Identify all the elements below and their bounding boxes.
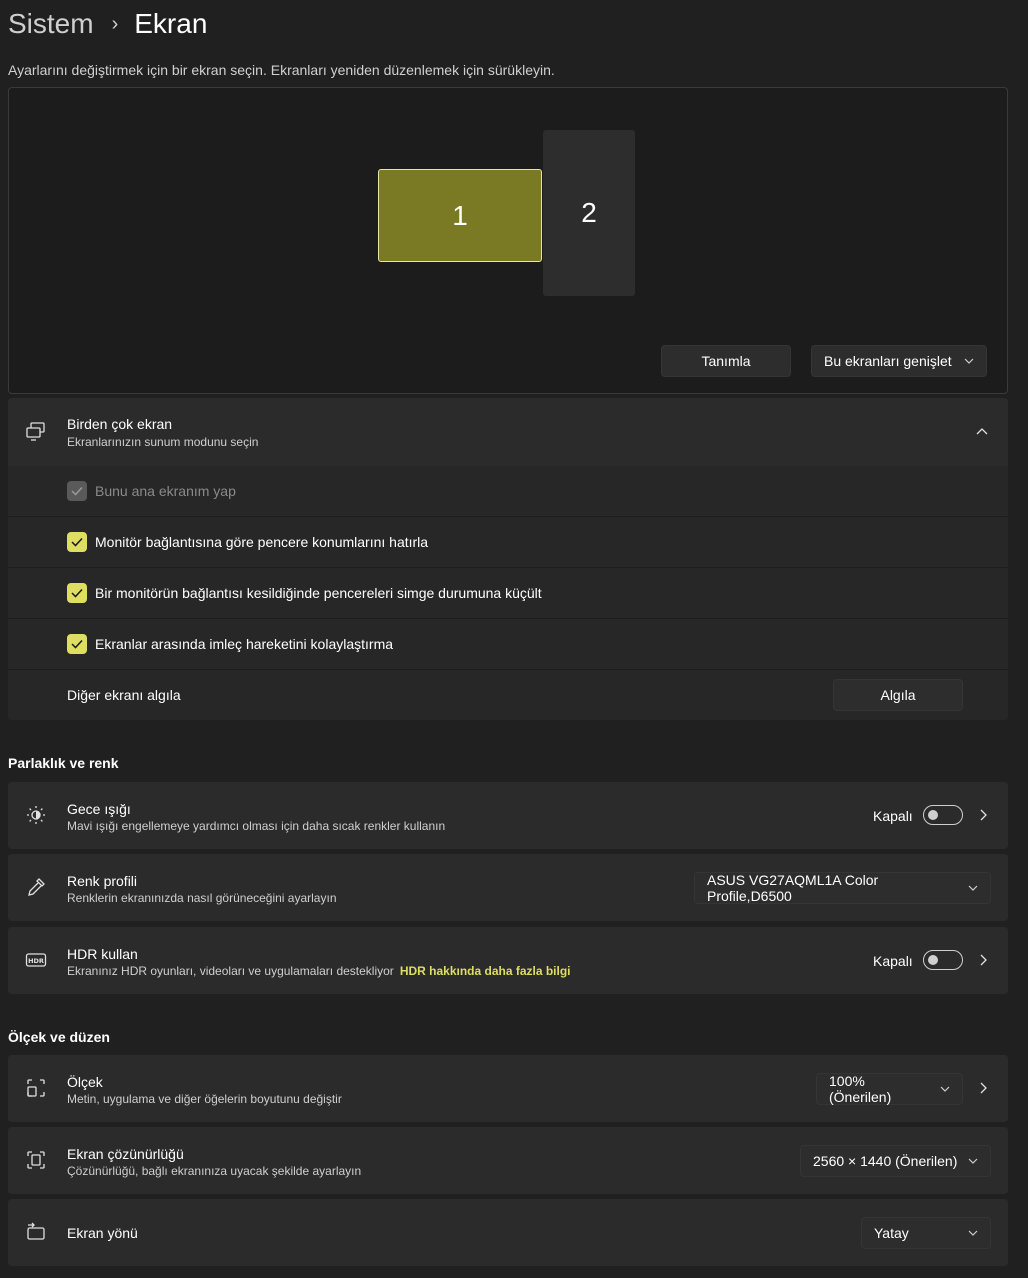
hdr-state: Kapalı bbox=[873, 953, 913, 969]
option-row-minimize-windows: Bir monitörün bağlantısı kesildiğinde pe… bbox=[8, 568, 1008, 618]
resolution-dropdown[interactable]: 2560 × 1440 (Önerilen) bbox=[800, 1145, 991, 1177]
orientation-dropdown[interactable]: Yatay bbox=[861, 1217, 991, 1249]
color-profile-title: Renk profili bbox=[67, 873, 138, 889]
checkbox-primary-display[interactable] bbox=[67, 481, 87, 501]
option-label: Ekranlar arasında imleç hareketini kolay… bbox=[95, 636, 394, 652]
color-profile-dropdown[interactable]: ASUS VG27AQML1A Color Profile,D6500 bbox=[694, 872, 991, 904]
scale-value: 100% (Önerilen) bbox=[829, 1073, 892, 1105]
color-profile-row: Renk profili Renklerin ekranınızda nasıl… bbox=[8, 854, 1008, 921]
resolution-value: 2560 × 1440 (Önerilen) bbox=[813, 1153, 958, 1169]
night-light-subtitle: Mavi ışığı engellemeye yardımcı olması i… bbox=[67, 819, 446, 833]
detect-display-row: Diğer ekranı algıla Algıla bbox=[8, 670, 1008, 720]
display-arrangement-panel: 1 2 Tanımla Bu ekranları genişlet bbox=[8, 87, 1008, 394]
scale-title: Ölçek bbox=[67, 1074, 103, 1090]
display-mode-dropdown[interactable]: Bu ekranları genişlet bbox=[811, 345, 987, 377]
orientation-title: Ekran yönü bbox=[67, 1225, 138, 1241]
option-label: Bir monitörün bağlantısı kesildiğinde pe… bbox=[95, 585, 542, 601]
breadcrumb-separator-icon: › bbox=[111, 12, 119, 35]
section-title-brightness: Parlaklık ve renk bbox=[8, 755, 119, 771]
breadcrumb: Sistem › Ekran bbox=[8, 6, 207, 42]
chevron-down-icon bbox=[968, 1155, 978, 1167]
checkbox-cursor-movement[interactable] bbox=[67, 634, 87, 654]
chevron-right-icon bbox=[976, 808, 992, 824]
scale-icon bbox=[25, 1077, 47, 1099]
option-row-remember-positions: Monitör bağlantısına göre pencere konuml… bbox=[8, 517, 1008, 567]
chevron-down-icon bbox=[968, 1227, 978, 1239]
multiple-displays-subtitle: Ekranlarınızın sunum modunu seçin bbox=[67, 435, 259, 449]
color-profile-subtitle: Renklerin ekranınızda nasıl görüneceğini… bbox=[67, 891, 337, 905]
option-row-primary-display: Bunu ana ekranım yap bbox=[8, 466, 1008, 516]
chevron-up-icon bbox=[975, 424, 991, 440]
orientation-row: Ekran yönü Yatay bbox=[8, 1199, 1008, 1266]
hdr-icon-text: HDR bbox=[28, 957, 44, 965]
resolution-row: Ekran çözünürlüğü Çözünürlüğü, bağlı ekr… bbox=[8, 1127, 1008, 1194]
hdr-toggle[interactable] bbox=[923, 950, 963, 970]
eyedropper-icon bbox=[25, 876, 47, 898]
chevron-down-icon bbox=[968, 882, 978, 894]
hdr-row[interactable]: HDR HDR kullan Ekranınız HDR oyunları, v… bbox=[8, 927, 1008, 994]
scale-subtitle: Metin, uygulama ve diğer öğelerin boyutu… bbox=[67, 1092, 342, 1106]
chevron-down-icon bbox=[940, 1083, 950, 1095]
night-light-icon bbox=[25, 804, 47, 826]
hdr-icon: HDR bbox=[25, 949, 47, 971]
resolution-icon bbox=[25, 1149, 47, 1171]
night-light-state: Kapalı bbox=[873, 808, 913, 824]
arrangement-instruction: Ayarlarını değiştirmek için bir ekran se… bbox=[8, 62, 555, 78]
chevron-right-icon bbox=[976, 953, 992, 969]
checkbox-minimize-windows[interactable] bbox=[67, 583, 87, 603]
hdr-title: HDR kullan bbox=[67, 946, 138, 962]
night-light-toggle[interactable] bbox=[923, 805, 963, 825]
resolution-title: Ekran çözünürlüğü bbox=[67, 1146, 184, 1162]
multiple-displays-title: Birden çok ekran bbox=[67, 416, 173, 432]
scale-row[interactable]: Ölçek Metin, uygulama ve diğer öğelerin … bbox=[8, 1055, 1008, 1122]
breadcrumb-parent-sistem[interactable]: Sistem bbox=[8, 8, 94, 40]
multiple-displays-header[interactable]: Birden çok ekran Ekranlarınızın sunum mo… bbox=[8, 398, 1008, 465]
checkbox-remember-positions[interactable] bbox=[67, 532, 87, 552]
scale-dropdown[interactable]: 100% (Önerilen) bbox=[816, 1073, 963, 1105]
orientation-icon bbox=[25, 1221, 47, 1243]
display-mode-value: Bu ekranları genişlet bbox=[824, 353, 952, 369]
identify-button[interactable]: Tanımla bbox=[661, 345, 791, 377]
hdr-subtitle: Ekranınız HDR oyunları, videoları ve uyg… bbox=[67, 964, 394, 978]
chevron-down-icon bbox=[964, 355, 974, 367]
section-title-scale: Ölçek ve düzen bbox=[8, 1029, 110, 1045]
toggle-knob bbox=[928, 810, 938, 820]
hdr-learn-more-link[interactable]: HDR hakkında daha fazla bilgi bbox=[400, 964, 571, 978]
resolution-subtitle: Çözünürlüğü, bağlı ekranınıza uyacak şek… bbox=[67, 1164, 362, 1178]
detect-button[interactable]: Algıla bbox=[833, 679, 963, 711]
multiple-displays-card: Birden çok ekran Ekranlarınızın sunum mo… bbox=[8, 398, 1008, 720]
option-label: Bunu ana ekranım yap bbox=[95, 483, 236, 499]
option-label: Monitör bağlantısına göre pencere konuml… bbox=[95, 534, 429, 550]
color-profile-value: ASUS VG27AQML1A Color Profile,D6500 bbox=[707, 872, 879, 904]
monitor-1[interactable]: 1 bbox=[378, 169, 542, 262]
hdr-subtitle-line: Ekranınız HDR oyunları, videoları ve uyg… bbox=[67, 964, 571, 978]
chevron-right-icon bbox=[976, 1081, 992, 1097]
option-row-cursor-movement: Ekranlar arasında imleç hareketini kolay… bbox=[8, 619, 1008, 669]
page-title: Ekran bbox=[134, 8, 208, 39]
multiple-displays-icon bbox=[25, 420, 47, 442]
toggle-knob bbox=[928, 955, 938, 965]
night-light-title: Gece ışığı bbox=[67, 801, 131, 817]
monitor-2[interactable]: 2 bbox=[543, 130, 635, 296]
detect-display-label: Diğer ekranı algıla bbox=[67, 687, 181, 703]
orientation-value: Yatay bbox=[874, 1225, 909, 1241]
night-light-row[interactable]: Gece ışığı Mavi ışığı engellemeye yardım… bbox=[8, 782, 1008, 849]
